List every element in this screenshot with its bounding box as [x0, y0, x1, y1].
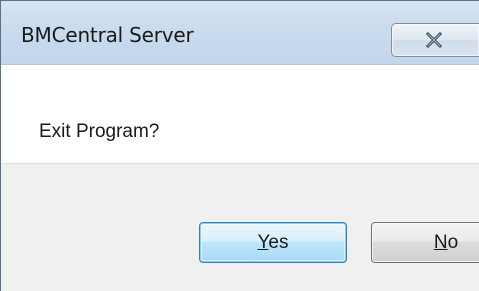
dialog-window: BMCentral Server Exit Program? Yes No	[0, 0, 479, 291]
yes-button-label: Yes	[257, 231, 289, 253]
no-button-label: No	[433, 231, 459, 253]
window-title: BMCentral Server	[21, 23, 194, 47]
title-bar[interactable]: BMCentral Server	[1, 1, 479, 65]
close-button[interactable]	[391, 23, 479, 57]
no-button[interactable]: No	[371, 222, 479, 263]
message-area: Exit Program?	[1, 65, 479, 163]
close-icon	[425, 31, 443, 49]
dialog-message: Exit Program?	[39, 121, 160, 142]
yes-button[interactable]: Yes	[199, 222, 347, 263]
